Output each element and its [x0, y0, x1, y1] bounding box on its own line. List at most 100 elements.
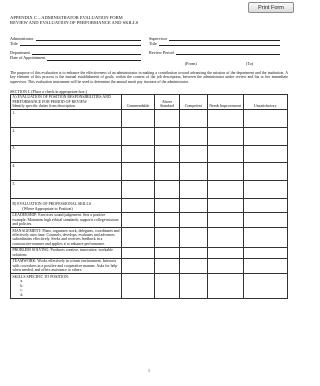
skill-cell: LEADERSHIP: Exercises sound judgement. S… [10, 211, 122, 229]
duty-row: 5. [10, 179, 289, 199]
rating-cell[interactable] [178, 179, 208, 199]
rating-cell[interactable] [178, 197, 208, 213]
rating-cell[interactable] [120, 144, 156, 164]
print-form-button[interactable]: Print Form [248, 2, 294, 13]
title-right-label: Title [149, 41, 157, 47]
rating-cell[interactable] [206, 273, 244, 299]
skill-row-problem-solving: PROBLEM SOLVING: Produces creative, inno… [10, 246, 289, 259]
rating-cell[interactable] [242, 273, 289, 299]
title-left-field[interactable] [19, 41, 141, 47]
rating-cell[interactable] [154, 211, 180, 229]
form-header: APPENDIX C – ADMINISTRATOR EVALUATION FO… [10, 15, 288, 26]
duty-row: 3. [10, 144, 289, 164]
section-a-header: A) EVALUATION OF POSITION RESPONSIBILITI… [10, 93, 122, 111]
rating-cell[interactable] [206, 227, 244, 248]
rating-cell[interactable] [242, 144, 289, 164]
from-label: (From) [184, 60, 197, 66]
section-a-header-row: A) EVALUATION OF POSITION RESPONSIBILITI… [10, 93, 289, 111]
section-a-title: A) EVALUATION OF POSITION RESPONSIBILITI… [12, 95, 111, 104]
rating-cell[interactable] [206, 126, 244, 146]
page-number: 1 [148, 368, 150, 373]
rating-cell[interactable] [242, 162, 289, 181]
rating-cell[interactable] [242, 227, 289, 248]
specific-skills-cell: SKILLS SPECIFIC TO POSITION: a. b. c. d. [10, 273, 122, 299]
rating-cell[interactable] [206, 246, 244, 259]
section-a-subtitle: Identify specific duties from descriptio… [12, 104, 75, 109]
date-of-appointment-field[interactable] [47, 56, 141, 61]
column-commendable: Commendable [120, 93, 156, 111]
skill-row-leadership: LEADERSHIP: Exercises sound judgement. S… [10, 211, 289, 229]
rating-cell[interactable] [206, 162, 244, 181]
rating-cell[interactable] [120, 227, 156, 248]
purpose-paragraph: The purpose of this evaluation is to enh… [10, 70, 288, 85]
column-above-standard: Above Standard [154, 93, 180, 111]
title-left-label: Title [10, 41, 18, 47]
rating-cell[interactable] [178, 126, 208, 146]
to-label: (To) [246, 60, 254, 66]
rating-cell[interactable] [178, 144, 208, 164]
rating-cell[interactable] [206, 144, 244, 164]
rating-cell[interactable] [120, 109, 156, 128]
rating-cell[interactable] [206, 109, 244, 128]
rating-cell[interactable] [242, 246, 289, 259]
rating-cell[interactable] [178, 246, 208, 259]
rating-cell[interactable] [178, 162, 208, 181]
column-needs-improvement: Needs Improvement [206, 93, 244, 111]
skill-cell: MANAGEMENT: Plans, organizes work, deleg… [10, 227, 122, 248]
rating-cell[interactable] [154, 227, 180, 248]
rating-cell[interactable] [120, 197, 156, 213]
rating-cell[interactable] [242, 126, 289, 146]
title-right-field[interactable] [158, 41, 280, 47]
rating-cell[interactable] [154, 197, 180, 213]
skill-name: PROBLEM SOLVING: [12, 248, 50, 253]
rating-cell[interactable] [154, 246, 180, 259]
rating-cell[interactable] [120, 162, 156, 181]
skill-name: LEADERSHIP: [12, 213, 38, 218]
skill-cell: PROBLEM SOLVING: Produces creative, inno… [10, 246, 122, 259]
duty-label[interactable]: 5. [10, 179, 122, 199]
column-unsatisfactory: Unsatisfactory [242, 93, 289, 111]
rating-cell[interactable] [178, 109, 208, 128]
rating-cell[interactable] [120, 126, 156, 146]
duty-label[interactable]: 2. [10, 126, 122, 146]
rating-cell[interactable] [242, 109, 289, 128]
section-b-header: B) EVALUATION OF PROFESSIONAL SKILLS (Wh… [10, 197, 122, 213]
rating-cell[interactable] [242, 257, 289, 275]
rating-cell[interactable] [154, 162, 180, 181]
rating-cell[interactable] [242, 211, 289, 229]
rating-cell[interactable] [154, 273, 180, 299]
rating-cell[interactable] [154, 144, 180, 164]
rating-cell[interactable] [120, 273, 156, 299]
duty-label[interactable]: 1. [10, 109, 122, 128]
evaluation-table: A) EVALUATION OF POSITION RESPONSIBILITI… [10, 93, 289, 299]
rating-cell[interactable] [178, 227, 208, 248]
rating-cell[interactable] [242, 197, 289, 213]
rating-cell[interactable] [154, 126, 180, 146]
rating-cell[interactable] [154, 257, 180, 275]
rating-cell[interactable] [120, 246, 156, 259]
section-b-header-row: B) EVALUATION OF PROFESSIONAL SKILLS (Wh… [10, 197, 289, 213]
rating-cell[interactable] [178, 257, 208, 275]
rating-cell[interactable] [120, 211, 156, 229]
duty-row: 2. [10, 126, 289, 146]
rating-cell[interactable] [206, 211, 244, 229]
rating-cell[interactable] [242, 179, 289, 199]
rating-cell[interactable] [178, 211, 208, 229]
rating-cell[interactable] [154, 179, 180, 199]
duty-label[interactable]: 4. [10, 162, 122, 181]
date-of-appointment-label: Date of Appointment [10, 55, 46, 61]
identification-fields: Administrator Supervisor Title Title Dep… [10, 36, 288, 66]
review-period-field[interactable] [175, 50, 280, 56]
specific-item[interactable]: d. [12, 293, 119, 297]
skill-name: MANAGEMENT: [12, 228, 42, 233]
rating-cell[interactable] [120, 179, 156, 199]
duty-label[interactable]: 3. [10, 144, 122, 164]
rating-cell[interactable] [206, 179, 244, 199]
rating-cell[interactable] [120, 257, 156, 275]
rating-cell[interactable] [178, 273, 208, 299]
rating-cell[interactable] [206, 197, 244, 213]
rating-cell[interactable] [154, 109, 180, 128]
rating-cell[interactable] [206, 257, 244, 275]
skill-row-management: MANAGEMENT: Plans, organizes work, deleg… [10, 227, 289, 248]
skill-row-teamwork: TEAMWORK: Works effectively in a team en… [10, 257, 289, 275]
